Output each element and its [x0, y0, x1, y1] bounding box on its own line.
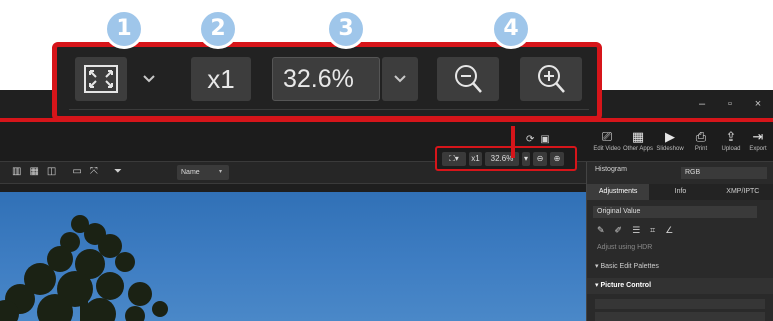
close-icon[interactable]: ×: [751, 98, 765, 110]
levels-icon[interactable]: ☰: [632, 225, 640, 237]
chevron-down-icon: ▾: [219, 169, 223, 175]
toolbar-item-label: Export: [749, 146, 767, 152]
zoom-dropdown-button-zoomed[interactable]: [382, 57, 418, 101]
tree-silhouette: [0, 215, 168, 321]
right-panel: Histogram RGB Adjustments Info XMP/IPTC …: [586, 162, 773, 321]
zoom-out-icon: ⊖: [536, 153, 544, 163]
filter-icon[interactable]: ⏷: [114, 166, 122, 177]
compare-icon[interactable]: ◫: [47, 166, 56, 177]
zoom-in-icon: ⊕: [553, 153, 561, 163]
adjust-tools: ✎ ✐ ☰ ⌗ ∠: [587, 225, 773, 237]
camera-icon[interactable]: ▣: [540, 134, 549, 145]
edit-video-icon: ⎚: [601, 129, 613, 144]
callout-connector: [511, 126, 515, 158]
grid-large-icon[interactable]: ▥: [12, 166, 21, 177]
actual-size-button-zoomed[interactable]: x1: [191, 57, 251, 101]
sync-icons: ⟳ ▣: [526, 134, 550, 145]
fit-screen-dropdown[interactable]: [129, 57, 169, 101]
picture-control-header[interactable]: ▾ Picture Control: [587, 278, 773, 294]
preset-select[interactable]: Original Value: [593, 206, 757, 218]
chevron-down-icon: [394, 75, 406, 83]
slideshow-icon: ▶: [665, 129, 675, 144]
maximize-icon[interactable]: ▫: [723, 98, 737, 110]
callout-badge-4: 4: [491, 9, 531, 49]
zoom-select-zoomed[interactable]: 32.6%: [272, 57, 380, 101]
straighten-icon[interactable]: ∠: [665, 225, 673, 237]
fit-icon[interactable]: ⤧: [90, 166, 98, 177]
tab-adjustments[interactable]: Adjustments: [587, 184, 650, 200]
print-icon: ⎙: [695, 129, 707, 144]
actual-size-button[interactable]: x1: [469, 151, 482, 166]
toolbar-item-edit-video[interactable]: ⎚ Edit Video: [592, 129, 622, 153]
histogram-label: Histogram: [595, 166, 627, 173]
toolbar-item-other-apps[interactable]: ▦ Other Apps: [622, 129, 654, 153]
preset-value: Original Value: [597, 208, 641, 215]
toolbar-item-label: Slideshow: [656, 146, 684, 152]
picture-control-field[interactable]: [595, 299, 765, 309]
callout-divider: [69, 109, 589, 110]
zoom-callout: x1 32.6%: [52, 42, 602, 121]
actual-size-label: x1: [207, 63, 235, 94]
callout-badge-2: 2: [198, 9, 238, 49]
zoom-out-icon: [455, 65, 482, 93]
sort-select[interactable]: Name ▾: [177, 165, 229, 180]
tab-xmp-iptc[interactable]: XMP/IPTC: [711, 184, 773, 200]
zoom-in-button[interactable]: ⊕: [550, 151, 564, 166]
pencil-icon[interactable]: ✎: [597, 225, 605, 237]
zoom-value: 32.6%: [283, 64, 354, 93]
zoom-dropdown-button[interactable]: ▾: [522, 151, 530, 166]
callout-badge-3: 3: [326, 9, 366, 49]
zoom-in-icon: [538, 65, 565, 93]
hdr-label: Adjust using HDR: [597, 244, 653, 251]
fit-screen-button-zoomed[interactable]: [75, 57, 127, 101]
preset-row: Original Value: [587, 206, 773, 220]
hdr-checkbox[interactable]: Adjust using HDR: [587, 244, 773, 251]
picture-control-label: Picture Control: [600, 282, 652, 289]
picture-control-field[interactable]: [595, 312, 765, 321]
minimize-icon[interactable]: –: [695, 98, 709, 110]
sort-value: Name: [181, 169, 200, 176]
zoom-out-button-zoomed[interactable]: [437, 57, 499, 101]
actual-size-label: x1: [471, 153, 480, 163]
toolbar-item-label: Print: [694, 146, 708, 152]
histogram-row[interactable]: Histogram RGB: [587, 166, 773, 180]
zoom-in-button-zoomed[interactable]: [520, 57, 582, 101]
export-icon: ⇥: [752, 129, 764, 144]
crop-icon[interactable]: ⌗: [650, 225, 655, 237]
fit-screen-button[interactable]: ⛶▾: [442, 151, 466, 166]
chevron-down-icon: ▾: [523, 153, 528, 163]
photo-preview: [0, 184, 586, 321]
chevron-down-icon: [143, 75, 155, 83]
toolbar-item-export[interactable]: ⇥ Export: [743, 129, 773, 153]
zoom-out-button[interactable]: ⊖: [533, 151, 547, 166]
monitor-icon[interactable]: ▭: [72, 166, 81, 177]
toolbar-item-print[interactable]: ⎙ Print: [686, 129, 716, 153]
zoom-toolbar: ⛶▾ x1 32.6% ▾ ⊖ ⊕: [435, 146, 577, 171]
brush-icon[interactable]: ✐: [615, 225, 623, 237]
toolbar-item-label: Edit Video: [593, 146, 621, 152]
tab-info[interactable]: Info: [649, 184, 712, 200]
toolbar-item-slideshow[interactable]: ▶ Slideshow: [655, 129, 685, 153]
toolbar-item-label: Upload: [721, 146, 741, 152]
zoom-value: 32.6%: [490, 153, 514, 163]
basic-edit-label: Basic Edit Palettes: [600, 263, 659, 270]
toolbar-item-label: Other Apps: [622, 146, 654, 152]
fit-screen-icon: [84, 65, 118, 93]
callout-badge-1: 1: [104, 9, 144, 49]
grid-small-icon[interactable]: ▦: [29, 166, 38, 177]
apps-icon: ▦: [631, 129, 645, 144]
panel-tabs: Adjustments Info XMP/IPTC: [587, 184, 773, 200]
refresh-icon[interactable]: ⟳: [526, 134, 534, 145]
basic-edit-header[interactable]: ▾ Basic Edit Palettes: [587, 262, 773, 270]
upload-icon: ⇪: [725, 129, 737, 144]
channel-select[interactable]: RGB: [681, 167, 767, 179]
fit-screen-icon: ⛶▾: [449, 153, 459, 163]
toolbar-item-upload[interactable]: ⇪ Upload: [716, 129, 746, 153]
app-window: – ▫ × ⟳ ▣ ⎚ Edit Video ▦ Other Apps ▶ Sl…: [0, 90, 773, 321]
